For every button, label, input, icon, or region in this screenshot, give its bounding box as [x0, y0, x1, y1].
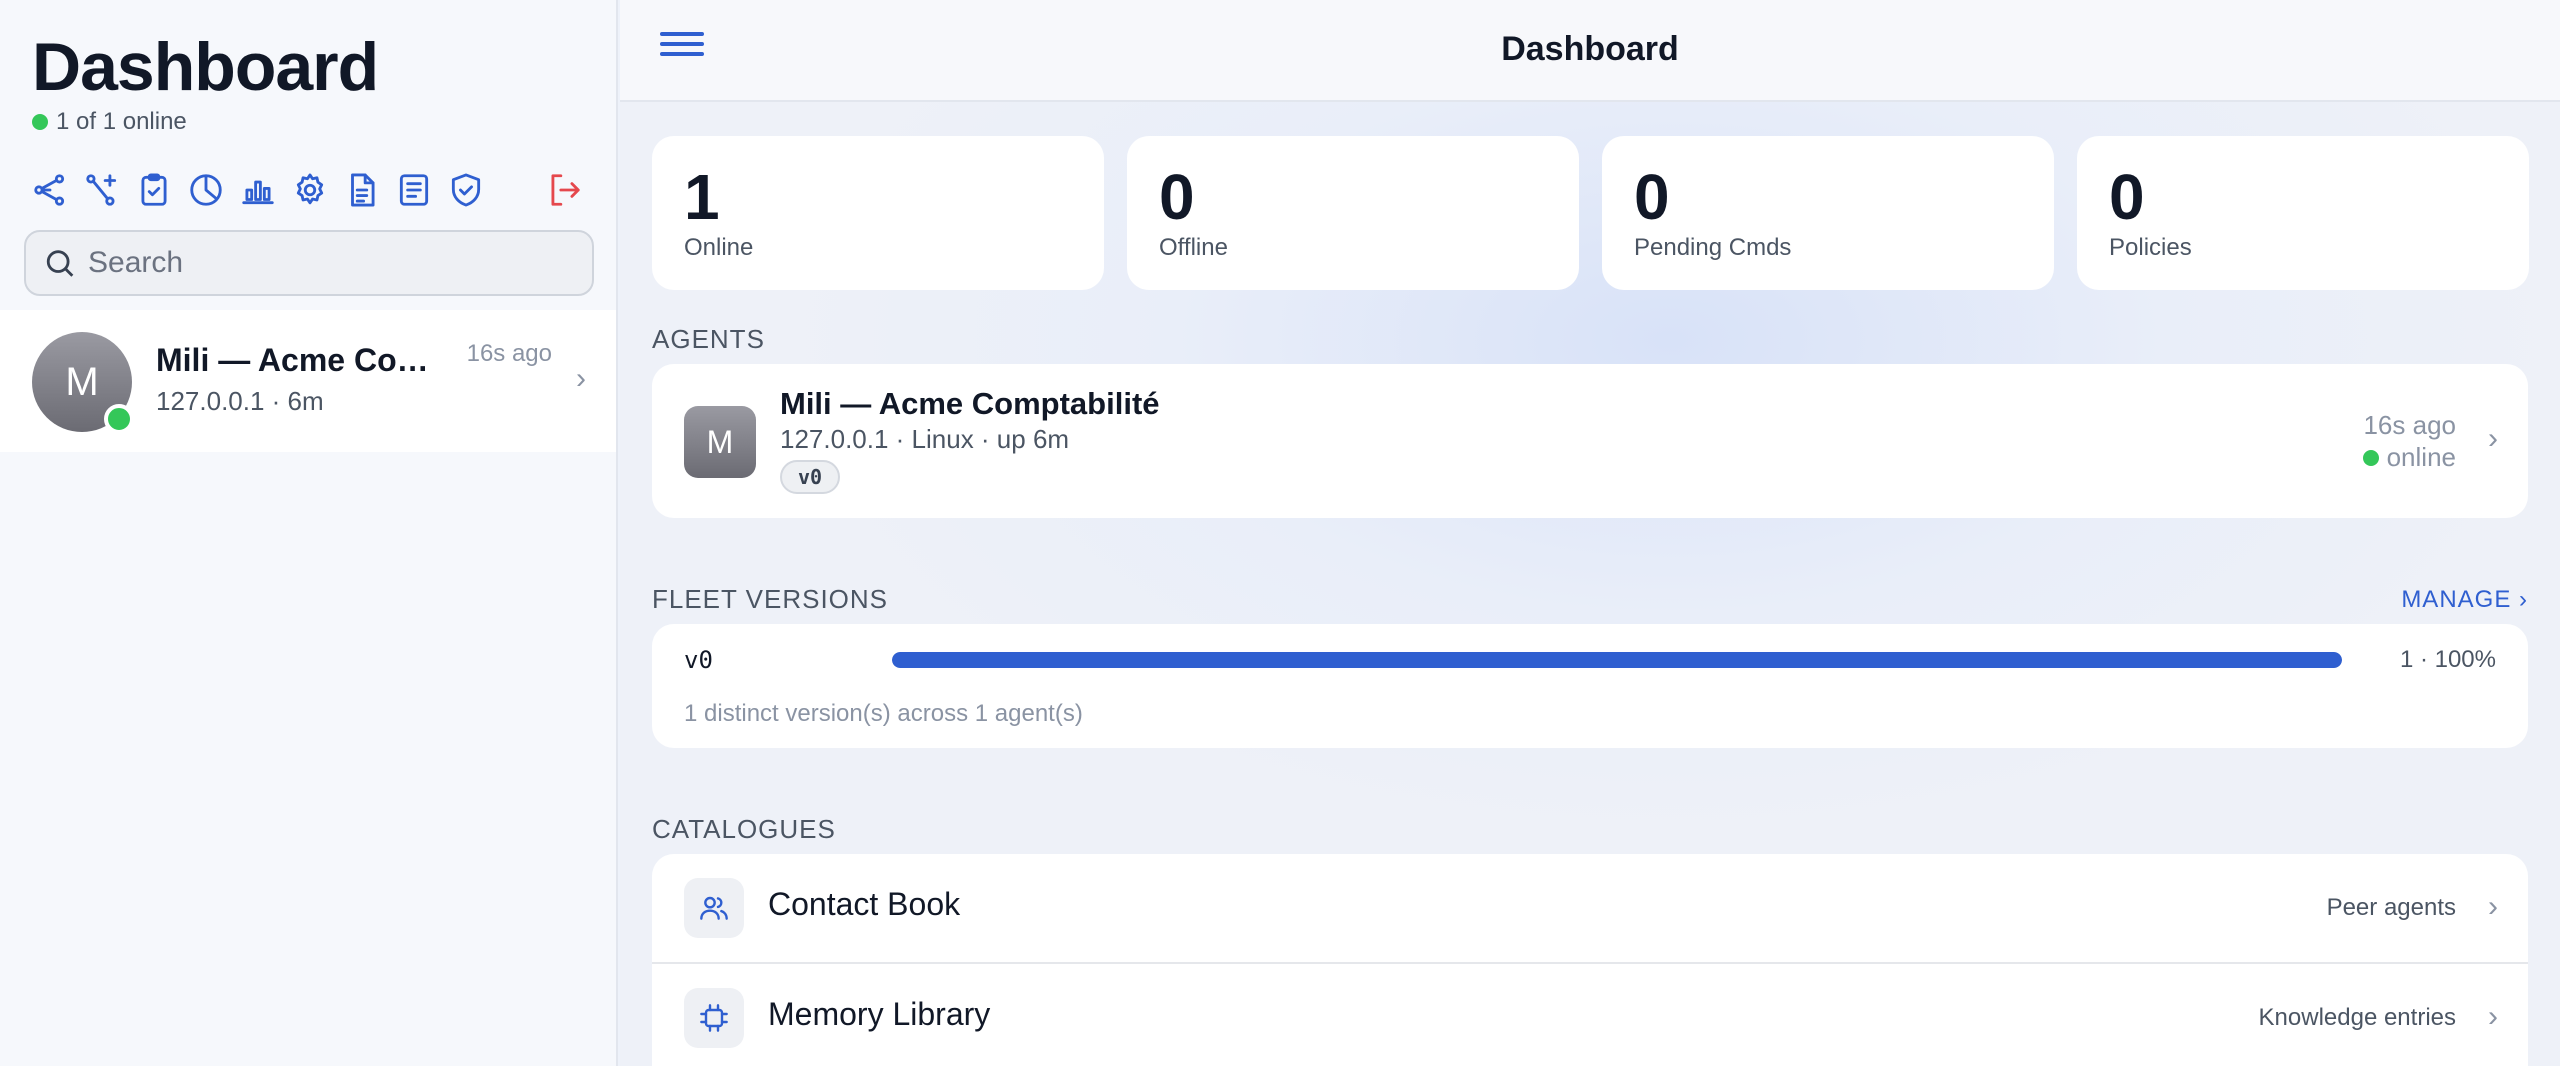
top-bar: Dashboard	[620, 0, 2560, 102]
version-progress-bar	[892, 652, 2342, 668]
people-icon	[684, 878, 744, 938]
logout-icon[interactable]	[542, 168, 586, 212]
online-indicator-icon	[104, 404, 134, 434]
stat-card-pending-cmds: 0 Pending Cmds	[1602, 136, 2054, 290]
stat-value: 0	[2109, 161, 2145, 233]
online-dot-icon	[2362, 449, 2379, 466]
fleet-versions-section-label: FLEET VERSIONS	[652, 584, 889, 614]
agent-subtitle: 127.0.0.1 · 6m	[156, 386, 324, 416]
catalogue-item-memory-library[interactable]: Memory Library Knowledge entries ›	[652, 962, 2528, 1066]
online-status: 1 of 1 online	[32, 108, 187, 136]
chevron-right-icon: ›	[576, 362, 586, 395]
catalogue-item-contact-book[interactable]: Contact Book Peer agents ›	[652, 854, 2528, 962]
stat-card-offline: 0 Offline	[1127, 136, 1579, 290]
status-badge: online	[2362, 442, 2456, 473]
gear-icon[interactable]	[288, 168, 332, 212]
fleet-summary: 1 distinct version(s) across 1 agent(s)	[684, 700, 1083, 727]
catalogues-section-label: CATALOGUES	[652, 814, 836, 844]
stat-value: 1	[684, 161, 720, 233]
agent-last-seen: 16s ago	[466, 340, 552, 367]
stat-label: Policies	[2109, 234, 2192, 261]
online-dot-icon	[32, 114, 48, 130]
agents-section-label: AGENTS	[652, 324, 765, 354]
sidebar: Dashboard 1 of 1 online Search M Mili — …	[0, 0, 618, 1066]
magic-wand-icon[interactable]	[80, 168, 124, 212]
clipboard-check-icon[interactable]	[132, 168, 176, 212]
pie-chart-icon[interactable]	[184, 168, 228, 212]
catalogues-card: Contact Book Peer agents › Memory Librar…	[652, 854, 2528, 1066]
avatar: M	[684, 406, 756, 478]
stat-label: Pending Cmds	[1634, 234, 1792, 261]
share-nodes-icon[interactable]	[28, 168, 72, 212]
bar-chart-icon[interactable]	[236, 168, 280, 212]
sidebar-title: Dashboard	[32, 29, 379, 105]
sidebar-toolbar	[28, 168, 594, 212]
catalogue-title: Contact Book	[768, 886, 961, 922]
agent-name: Mili — Acme Comptabilité	[780, 386, 1160, 421]
search-input[interactable]	[88, 246, 568, 280]
agent-details: 127.0.0.1 · Linux · up 6m	[780, 424, 1070, 454]
version-progress-fill	[892, 652, 2342, 668]
fleet-versions-card: v0 1 · 100% 1 distinct version(s) across…	[652, 624, 2528, 748]
search-box	[24, 230, 594, 296]
stat-label: Online	[684, 234, 754, 261]
catalogue-meta: Peer agents	[2326, 894, 2456, 921]
chevron-right-icon: ›	[2488, 1000, 2498, 1033]
chip-icon	[684, 988, 744, 1048]
search-icon	[46, 250, 74, 277]
manage-link[interactable]: MANAGE ›	[2401, 586, 2528, 614]
catalogue-meta: Knowledge entries	[2258, 1004, 2456, 1031]
page-title: Dashboard	[1501, 30, 1679, 68]
version-badge: v0	[780, 460, 841, 494]
stat-value: 0	[1159, 161, 1195, 233]
avatar-letter: M	[65, 359, 99, 404]
stat-value: 0	[1634, 161, 1670, 233]
version-count: 1 · 100%	[2399, 646, 2496, 673]
stat-card-online: 1 Online	[652, 136, 1104, 290]
online-status-text: 1 of 1 online	[56, 108, 187, 135]
agent-name: Mili — Acme Comptabilité	[156, 342, 446, 378]
stat-label: Offline	[1159, 234, 1228, 261]
sidebar-agent-item[interactable]: M Mili — Acme Comptabilité 127.0.0.1 · 6…	[0, 310, 616, 452]
chevron-right-icon: ›	[2488, 422, 2498, 455]
catalogue-title: Memory Library	[768, 996, 991, 1032]
avatar: M	[32, 332, 134, 434]
main-content: Dashboard 1 Online 0 Offline 0 Pending C…	[620, 0, 2560, 1066]
chevron-right-icon: ›	[2488, 890, 2498, 923]
agent-last-seen: 16s ago	[2363, 410, 2456, 440]
shield-check-icon[interactable]	[444, 168, 488, 212]
agent-card[interactable]: M Mili — Acme Comptabilité 127.0.0.1 · L…	[652, 364, 2528, 518]
list-icon[interactable]	[392, 168, 436, 212]
stat-card-policies: 0 Policies	[2077, 136, 2529, 290]
status-text: online	[2386, 442, 2456, 472]
version-name: v0	[684, 646, 713, 674]
document-icon[interactable]	[340, 168, 384, 212]
